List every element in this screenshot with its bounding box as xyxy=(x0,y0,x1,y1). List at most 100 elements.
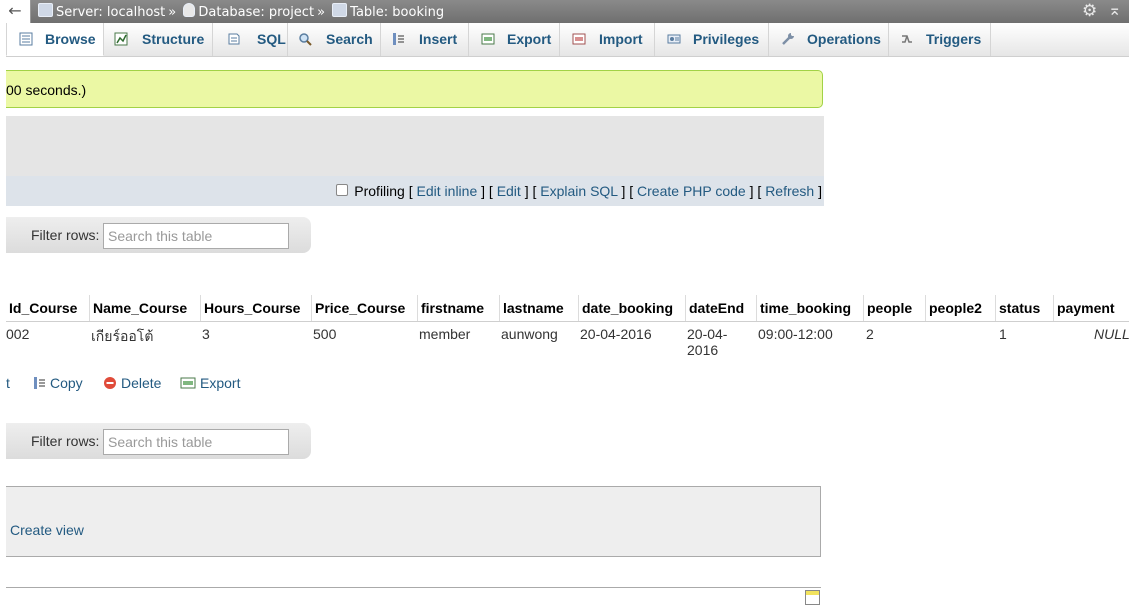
breadcrumb-server-label: Server: localhost xyxy=(56,5,166,20)
tab-operations[interactable]: Operations xyxy=(769,23,889,56)
profiling-label: Profiling xyxy=(354,183,405,199)
filter-rows-box: Filter rows: Search this table xyxy=(6,423,311,459)
table-cell[interactable]: 500 xyxy=(313,326,336,342)
table-cell[interactable]: 3 xyxy=(202,326,210,342)
column-header[interactable]: Price_Course xyxy=(312,295,418,321)
edit-link[interactable]: Edit xyxy=(497,183,521,199)
copy-icon xyxy=(34,377,45,389)
tab-insert[interactable]: Insert xyxy=(381,23,469,56)
success-message-text: 00 seconds.) xyxy=(6,82,87,98)
tab-browse[interactable]: Browse xyxy=(6,23,104,56)
column-header[interactable]: Name_Course xyxy=(90,295,201,321)
tab-search[interactable]: Search xyxy=(288,23,381,56)
database-icon xyxy=(183,3,196,17)
profiling-checkbox[interactable] xyxy=(336,184,349,196)
delete-action[interactable]: Delete xyxy=(103,375,161,391)
breadcrumb: Server: localhost» Database: project» Ta… xyxy=(38,3,444,20)
tab-label: Search xyxy=(326,31,373,47)
column-header[interactable]: lastname xyxy=(500,295,579,321)
wrench-icon xyxy=(782,33,794,45)
table-cell[interactable]: 1 xyxy=(999,326,1007,342)
tab-bar: Browse Structure SQL Search Insert Expor… xyxy=(6,23,1129,57)
sql-query-box xyxy=(6,116,824,176)
table-cell[interactable]: aunwong xyxy=(501,326,558,342)
import-icon xyxy=(572,33,586,45)
export-action[interactable]: Export xyxy=(180,375,240,391)
tab-label: Import xyxy=(599,31,643,47)
column-header[interactable]: firstname xyxy=(418,295,500,321)
console-icon[interactable] xyxy=(805,590,820,605)
column-header[interactable]: Hours_Course xyxy=(201,295,312,321)
breadcrumb-separator: » xyxy=(168,5,177,20)
tab-import[interactable]: Import xyxy=(560,23,655,56)
table-cell[interactable]: member xyxy=(419,326,470,342)
refresh-link[interactable]: Refresh xyxy=(765,183,814,199)
delete-icon xyxy=(104,377,116,389)
gear-icon[interactable]: ⚙ xyxy=(1082,1,1097,21)
export-icon xyxy=(481,33,495,45)
tab-label: Structure xyxy=(142,31,205,47)
bracket: ] xyxy=(818,183,822,199)
copy-label: Copy xyxy=(50,375,83,391)
table-cell[interactable]: 2 xyxy=(866,326,874,342)
tab-label: Triggers xyxy=(926,31,982,47)
tab-label: Export xyxy=(507,31,552,47)
tab-triggers[interactable]: Triggers xyxy=(889,23,991,56)
filter-rows-input[interactable]: Search this table xyxy=(103,429,289,455)
table-cell[interactable]: 09:00-12:00 xyxy=(758,326,833,342)
column-header[interactable]: date_booking xyxy=(579,295,686,321)
filter-rows-label: Filter rows: xyxy=(31,227,100,243)
tab-privileges[interactable]: Privileges xyxy=(655,23,769,56)
success-message: 00 seconds.) xyxy=(6,70,823,108)
table-cell[interactable]: 002 xyxy=(6,326,29,342)
filter-rows-placeholder: Search this table xyxy=(108,228,213,244)
triggers-icon xyxy=(902,35,912,43)
table-cell[interactable]: 20-04-2016 xyxy=(580,326,652,342)
sql-icon xyxy=(228,33,240,45)
column-header[interactable]: people2 xyxy=(926,295,996,321)
breadcrumb-table[interactable]: Table: booking xyxy=(332,3,444,20)
back-arrow-icon[interactable]: ← xyxy=(0,0,31,23)
tab-structure[interactable]: Structure xyxy=(104,23,213,56)
table-cell[interactable]: 20-04-2016 xyxy=(687,326,737,358)
column-header[interactable]: dateEnd xyxy=(686,295,757,321)
breadcrumb-database-label: Database: project xyxy=(198,5,315,20)
privileges-icon xyxy=(667,34,681,44)
query-results-operations: Create view xyxy=(6,486,821,557)
create-php-code-link[interactable]: Create PHP code xyxy=(637,183,746,199)
filter-rows-label: Filter rows: xyxy=(31,433,100,449)
column-header[interactable]: status xyxy=(996,295,1054,321)
export-icon xyxy=(180,377,196,389)
tab-export[interactable]: Export xyxy=(469,23,560,56)
search-icon xyxy=(299,33,312,46)
create-view-link[interactable]: Create view xyxy=(10,522,84,538)
filter-rows-input[interactable]: Search this table xyxy=(103,223,289,249)
collapse-icon[interactable]: ⌅ xyxy=(1108,0,1121,19)
breadcrumb-server[interactable]: Server: localhost» xyxy=(38,3,179,20)
structure-icon xyxy=(114,32,128,46)
bracket: ] [ xyxy=(621,183,634,199)
table-cell[interactable]: เกียร์ออโต้ xyxy=(91,326,153,348)
edit-inline-link[interactable]: Edit inline xyxy=(417,183,478,199)
bracket: ] [ xyxy=(481,183,493,199)
column-header[interactable]: payment xyxy=(1054,295,1129,321)
breadcrumb-database[interactable]: Database: project» xyxy=(183,3,328,20)
sql-options-bar: Profiling [ Edit inline ] [ Edit ] [ Exp… xyxy=(6,176,824,206)
breadcrumb-separator: » xyxy=(317,5,326,20)
filter-rows-box: Filter rows: Search this table xyxy=(6,217,311,253)
column-header[interactable]: time_booking xyxy=(757,295,864,321)
browse-icon xyxy=(19,32,33,46)
delete-label: Delete xyxy=(121,375,162,391)
bracket: ] [ xyxy=(524,183,537,199)
column-header[interactable]: people xyxy=(864,295,926,321)
tab-label: Operations xyxy=(807,31,881,47)
explain-sql-link[interactable]: Explain SQL xyxy=(540,183,617,199)
tab-sql[interactable]: SQL xyxy=(213,23,288,56)
insert-icon xyxy=(393,33,404,45)
edit-action-link[interactable]: t xyxy=(6,375,10,391)
column-header[interactable]: Id_Course xyxy=(6,295,90,321)
tab-label: Privileges xyxy=(693,31,760,47)
row-actions-bar: t Copy Delete Export xyxy=(6,375,406,395)
copy-action[interactable]: Copy xyxy=(32,375,83,391)
table-cell-null[interactable]: NULL xyxy=(1094,326,1129,342)
